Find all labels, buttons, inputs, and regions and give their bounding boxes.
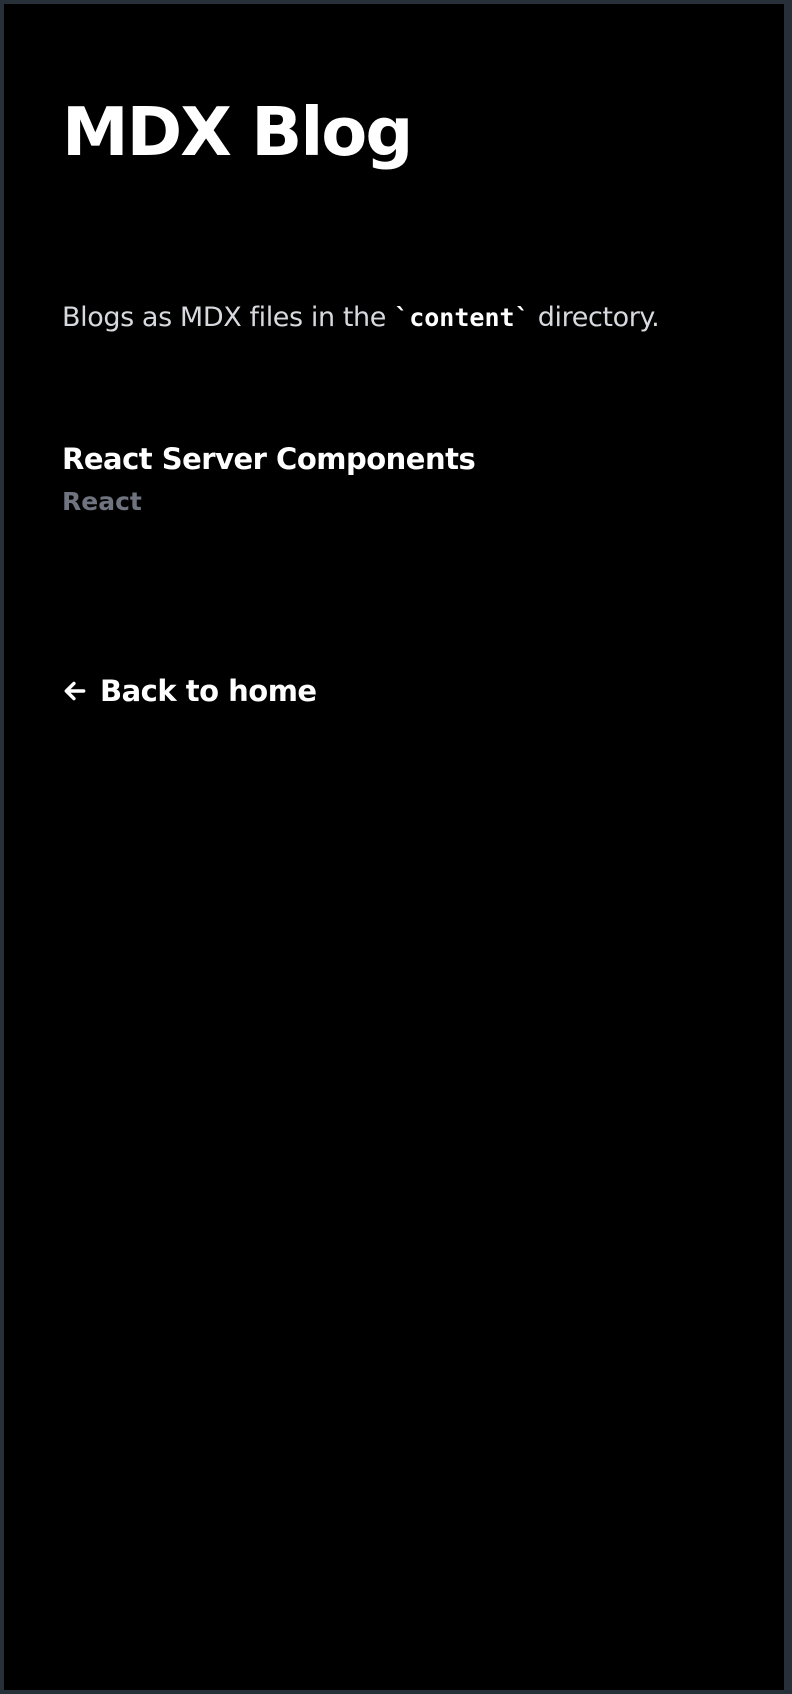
intro-text: Blogs as MDX files in the `content` dire… xyxy=(62,300,660,336)
arrow-left-icon xyxy=(64,681,86,701)
back-to-home-label: Back to home xyxy=(100,674,317,708)
intro-text-after: directory. xyxy=(529,302,660,333)
page-title: MDX Blog xyxy=(62,93,413,171)
page-frame: MDX Blog Blogs as MDX files in the `cont… xyxy=(4,4,784,1690)
intro-code: `content` xyxy=(394,303,530,332)
intro-text-before: Blogs as MDX files in the xyxy=(62,302,395,333)
back-to-home-link[interactable]: Back to home xyxy=(62,672,317,710)
post-tag: React xyxy=(62,487,142,516)
post-link-react-server-components[interactable]: React Server Components React xyxy=(62,440,476,518)
post-title: React Server Components xyxy=(62,442,476,476)
